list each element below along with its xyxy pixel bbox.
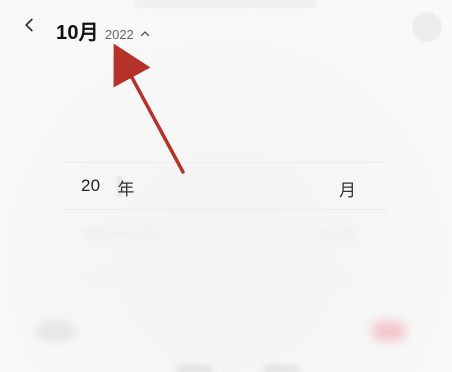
bottom-bar-segment-right [262,366,300,372]
chevron-left-icon [21,17,37,37]
ghost-year-option-faint [84,273,158,285]
bottom-bar-segment-left [175,366,213,372]
year-month-picker: 20 年 月 [62,153,388,327]
month-year-selector[interactable]: 10月 2022 [56,16,152,44]
confirm-button[interactable] [372,321,406,341]
ghost-month-option-faint [319,273,349,285]
selected-year-item[interactable]: 20 年 [81,176,134,199]
picker-divider-bottom [62,209,388,210]
chevron-up-icon [138,27,152,41]
selected-year-prefix: 20 [81,176,101,195]
header-bar: 10月 2022 [0,0,452,62]
cancel-button[interactable] [36,321,76,341]
selected-year-unit-wrapper: 年 [114,176,134,199]
ghost-year-option [80,227,162,239]
picker-divider-top [62,162,388,163]
selected-month-item[interactable]: 月 [339,176,356,201]
selected-year-unit: 年 [117,180,135,199]
header-action-placeholder [412,12,442,42]
back-button[interactable] [14,12,44,42]
ghost-month-option [317,227,359,239]
date-picker-screen: 10月 2022 20 年 月 [0,0,452,372]
page-title: 10月 [56,22,99,44]
year-label: 2022 [104,27,134,42]
